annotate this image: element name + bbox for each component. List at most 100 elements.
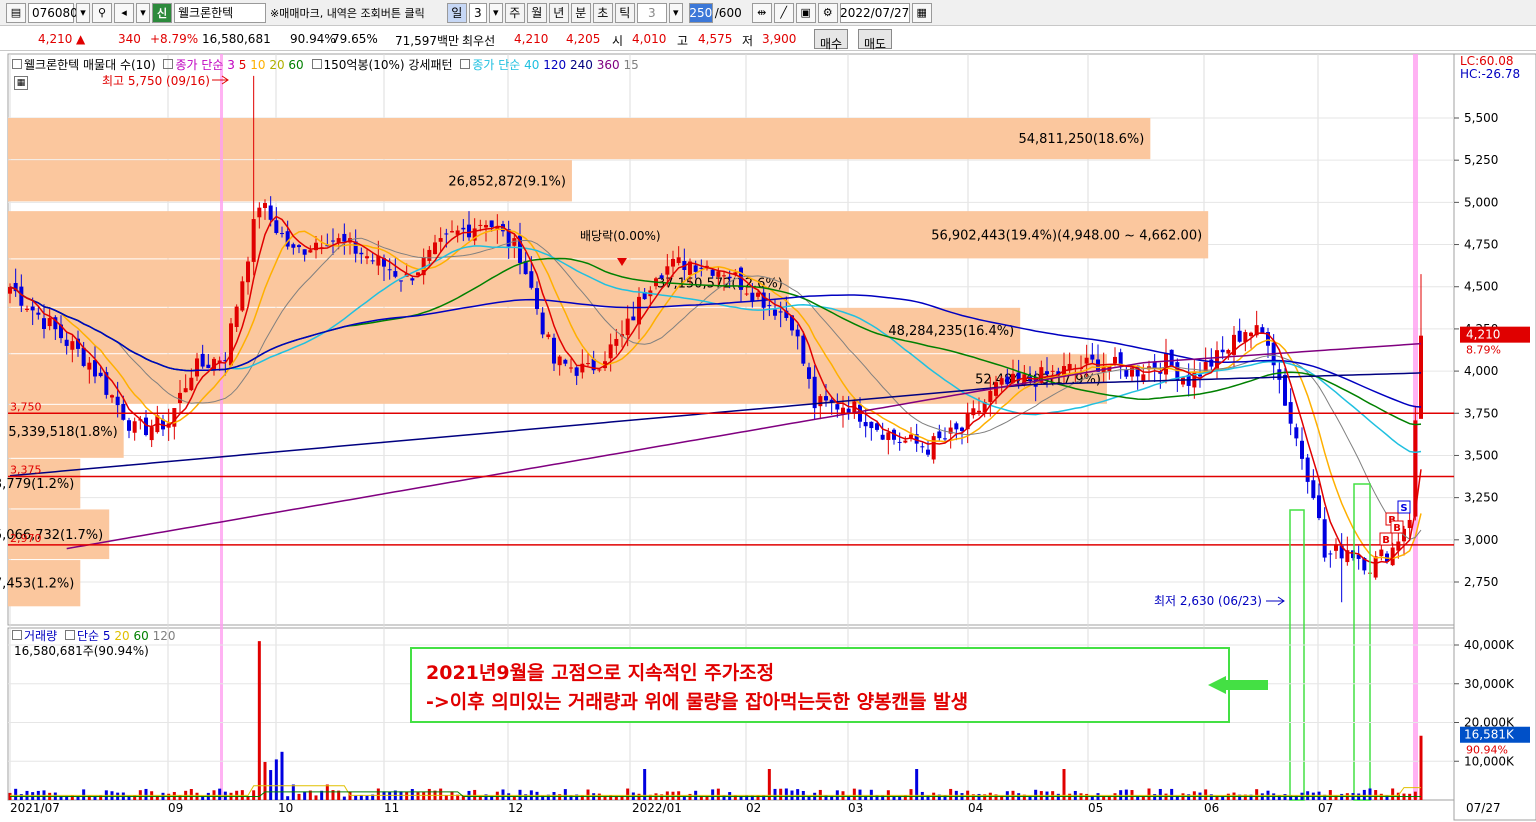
candle-body	[569, 367, 573, 369]
volume-bar	[603, 796, 607, 800]
count-current-input[interactable]: 250	[688, 2, 713, 23]
legend-ma-checkbox[interactable]	[163, 59, 174, 69]
grid-toggle-icon[interactable]: ▦	[14, 76, 28, 90]
date-label: 10	[278, 801, 293, 815]
stock-name-field[interactable]: 웰크론한텍	[174, 2, 266, 23]
period-minute-button[interactable]: 분	[570, 2, 591, 23]
vol-ma-120-label: 120	[152, 629, 176, 643]
candle-body	[438, 238, 443, 242]
legend-ma2-checkbox[interactable]	[460, 59, 471, 69]
candle-body	[87, 362, 92, 370]
candle-body	[234, 306, 239, 327]
period-day-button[interactable]: 일	[446, 2, 467, 23]
buy-button[interactable]: 매수	[814, 29, 848, 51]
candle-body	[1407, 519, 1412, 528]
volume-bar	[949, 788, 953, 800]
vol-ma-checkbox[interactable]	[64, 630, 75, 640]
volume-bar	[376, 788, 380, 800]
candle-body	[308, 250, 313, 253]
candle-body	[121, 403, 126, 420]
volume-bar	[745, 795, 749, 800]
tick-value-input[interactable]: 3	[636, 2, 667, 23]
ma-60-label: 60	[288, 58, 304, 72]
volume-bar	[1028, 796, 1032, 800]
period-week-button[interactable]: 주	[504, 2, 525, 23]
profile-legend-label: 웰크론한텍 매물대 수(10)	[24, 58, 156, 72]
candle-body	[246, 261, 250, 283]
volume-bar	[1368, 788, 1372, 800]
volume-bar	[172, 791, 176, 800]
best-ask-label: 최우선	[462, 34, 496, 48]
candle-body	[574, 367, 579, 376]
profile-checkbox[interactable]	[12, 59, 22, 69]
ma-20-label: 20	[269, 58, 285, 72]
candle-body	[280, 233, 284, 235]
ma-15-label: 15	[623, 58, 639, 72]
volume-bar	[869, 789, 873, 800]
volume-bar	[807, 796, 811, 800]
candle-body	[1237, 330, 1242, 342]
candle-body	[1067, 363, 1072, 370]
candle-body	[229, 323, 233, 366]
volume-bar	[1102, 796, 1106, 800]
sell-button[interactable]: 매도	[858, 29, 892, 51]
date-label: 03	[848, 801, 863, 815]
period-tick-button[interactable]: 틱	[614, 2, 635, 23]
volume-legend-label: 거래량	[24, 629, 58, 643]
gear-icon[interactable]: ⚙	[817, 2, 838, 23]
date-label: 12	[508, 801, 523, 815]
ma-5-label: 5	[238, 58, 247, 72]
quote-change-pct: +8.79%	[150, 32, 199, 46]
speaker-dropdown-icon[interactable]: ▾	[136, 2, 150, 23]
volume-bar	[1391, 788, 1395, 800]
code-dropdown-icon[interactable]: ▾	[76, 2, 90, 23]
ma2-legend-label: 종가 단순	[472, 58, 521, 72]
period-count-input[interactable]: 3	[468, 2, 487, 23]
volume-checkbox[interactable]	[12, 630, 22, 640]
date-input[interactable]: 2022/07/27	[839, 2, 910, 23]
quote-amount: 71,597백만	[395, 34, 460, 48]
candle-body	[189, 377, 194, 391]
volume-bar	[1419, 735, 1423, 800]
current-volume-label: 16,581K	[1464, 728, 1515, 742]
chart-menu-icon[interactable]: ▤	[6, 2, 26, 23]
search-icon[interactable]: ⚲	[92, 2, 112, 23]
tick-dropdown-icon[interactable]: ▾	[668, 2, 683, 23]
chart-move-icon[interactable]: ⇹	[751, 2, 772, 23]
period-year-button[interactable]: 년	[548, 2, 569, 23]
candle-body	[450, 231, 454, 233]
ma-10-label: 10	[250, 58, 266, 72]
period-second-button[interactable]: 초	[592, 2, 613, 23]
volume-profile-label: 3,463,779(1.2%)	[0, 477, 74, 492]
chart-draw-icon[interactable]: ╱	[773, 2, 794, 23]
candle-body	[240, 281, 245, 311]
ma-240-label: 240	[570, 58, 593, 72]
candle-body	[36, 312, 41, 315]
stock-code-input[interactable]: 076080	[28, 2, 78, 23]
date-label: 05	[1088, 801, 1103, 815]
candle-body	[937, 431, 942, 439]
candle-body	[824, 396, 828, 401]
pattern-checkbox[interactable]	[311, 59, 322, 69]
count-current-value: 250	[689, 5, 713, 20]
volume-bar	[920, 791, 924, 800]
volume-bar	[439, 788, 443, 800]
candle-body	[988, 390, 993, 402]
count-total: /600	[714, 5, 742, 20]
volume-bar	[1204, 789, 1208, 800]
period-month-button[interactable]: 월	[526, 2, 547, 23]
candle-body	[251, 219, 256, 262]
candle-body	[795, 329, 800, 337]
candle-body	[671, 258, 675, 267]
calendar-icon[interactable]: ▦	[911, 2, 932, 23]
period-count-dropdown-icon[interactable]: ▾	[488, 2, 503, 23]
candle-body	[999, 378, 1004, 385]
candle-body	[410, 278, 415, 281]
candle-body	[1118, 352, 1123, 366]
current-vol-pct-label: 90.94%	[1466, 744, 1508, 757]
candle-body	[773, 309, 777, 316]
speaker-icon[interactable]: ◂	[114, 2, 134, 23]
candle-body	[257, 207, 262, 218]
save-icon[interactable]: ▣	[795, 2, 816, 23]
candle-body	[178, 392, 182, 404]
